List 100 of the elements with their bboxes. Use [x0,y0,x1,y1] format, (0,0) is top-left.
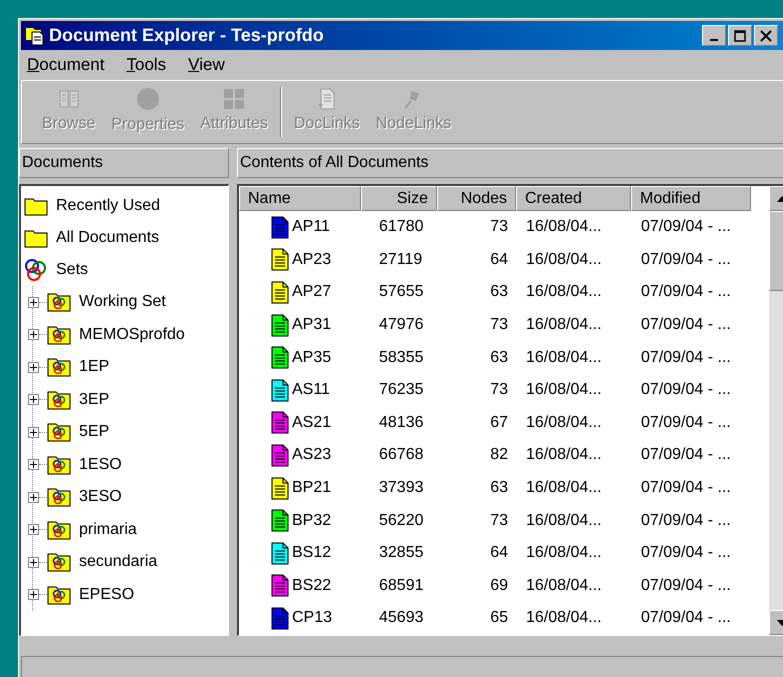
set-folder-icon [47,422,71,442]
table-cell-text: 07/09/04 - ... [640,282,732,302]
table-cell-text: 16/08/04... [525,576,603,596]
column-header[interactable]: Nodes [437,186,516,211]
expand-toggle[interactable] [28,296,39,308]
table-cell-text: 73 [489,510,509,531]
table-cell-text: 64 [489,543,509,564]
table-cell-text: 66768 [378,445,424,466]
set-folder-icon [47,487,71,508]
table-cell-text: 76235 [378,380,424,400]
table-cell-text: 16/08/04... [525,250,603,270]
table-cell-text: 16/08/04... [525,282,603,302]
plus-icon [30,428,37,436]
tree-item[interactable]: Working Set [79,290,166,314]
table-cell-text: 73 [489,315,509,336]
table-cell-text: 16/08/04... [525,510,603,531]
app-icon [25,26,45,46]
table-cell-text: AP11 [292,217,330,238]
table-cell-text: 45693 [378,608,424,628]
grid-icon [223,88,246,110]
table-cell-text: 69 [489,576,509,596]
table-cell-text: 16/08/04... [525,380,603,400]
window-title: Document Explorer - Tes-profdo [49,24,325,47]
set-folder-icon [47,552,71,572]
table-cell-text: 16/08/04... [525,217,603,238]
table-cell-text: 73 [489,217,509,238]
tree-item[interactable]: 5EP [79,420,110,444]
tree-item[interactable]: MEMOSprofdo [79,322,185,347]
rings-icon [24,258,48,282]
table-cell-text: 67 [489,412,509,433]
table-cell-text: CP13 [292,608,332,628]
maximize-button[interactable] [728,25,752,46]
column-header[interactable]: Size [361,186,437,211]
table-cell-text: 07/09/04 - ... [640,412,732,433]
table-cell-text: BS22 [292,576,332,596]
table-cell-text: AP23 [292,250,332,270]
table-cell-text: 68591 [378,576,424,596]
set-folder-icon [47,357,71,378]
table-cell-text: 65 [489,608,509,628]
plus-icon [30,364,37,371]
expand-toggle[interactable] [28,329,39,340]
column-header[interactable]: Created [516,186,631,211]
expand-toggle[interactable] [28,459,39,470]
set-folder-icon [47,584,71,605]
table-cell-text: 57655 [378,282,424,302]
column-header[interactable]: Name [239,186,361,211]
book-icon [58,88,80,110]
tree-item[interactable]: Recently Used [56,194,160,218]
tree-item[interactable]: 3EP [79,388,110,412]
table-cell-text: 82 [489,445,509,466]
table-cell-text: 64 [489,250,509,270]
expand-toggle[interactable] [28,589,39,600]
minimize-button[interactable] [702,25,726,46]
close-button[interactable] [754,25,778,46]
tree-item[interactable]: All Documents [56,226,160,250]
close-icon [760,30,772,42]
menu-item[interactable]: View [188,52,225,78]
menu-item[interactable]: Tools [126,52,166,78]
table-cell-text: 16/08/04... [525,445,603,466]
expand-toggle[interactable] [28,556,39,568]
table-cell-text: 61780 [378,217,424,238]
tree-item[interactable]: primaria [79,518,137,542]
tree-item[interactable]: Sets [56,258,88,282]
table-cell-text: 07/09/04 - ... [640,608,732,628]
tree-item[interactable]: 3ESO [79,485,122,510]
table-cell-text: 16/08/04... [525,412,603,433]
table-cell-text: 37393 [378,478,424,498]
table-cell-text: 07/09/04 - ... [640,576,732,596]
table-cell-text: 07/09/04 - ... [640,250,732,270]
folder-icon [24,196,48,216]
table-cell-text: 47976 [378,315,424,336]
table-cell-text: 07/09/04 - ... [640,348,732,368]
table-cell-text: 07/09/04 - ... [640,380,732,400]
menu-item[interactable]: Document [27,52,104,78]
panel-header: Documents [19,148,229,178]
tree-item[interactable]: 1ESO [79,452,122,477]
folder-icon [24,228,48,248]
plus-icon [30,396,37,404]
set-folder-icon [47,520,71,540]
table-cell-text: 07/09/04 - ... [640,445,732,466]
plus-icon [30,331,37,338]
expand-toggle[interactable] [28,362,39,373]
table-cell-text: 07/09/04 - ... [640,543,732,564]
expand-toggle[interactable] [28,524,39,536]
expand-toggle[interactable] [28,394,39,406]
table-cell-text: 48136 [378,412,424,433]
plus-icon [30,526,37,534]
tree-item[interactable]: secundaria [79,550,158,574]
table-cell-text: 16/08/04... [525,608,603,628]
tree-item[interactable]: 1EP [79,355,110,380]
expand-toggle[interactable] [28,492,39,503]
tree-item[interactable]: EPESO [79,582,134,607]
circle-icon [136,87,160,111]
expand-toggle[interactable] [28,426,39,438]
set-folder-icon [47,454,71,475]
panel-header: Contents of All Documents [237,148,783,178]
table-cell-text: 63 [489,478,509,498]
table-cell-text: 07/09/04 - ... [640,510,732,531]
column-header[interactable]: Modified [631,186,751,211]
plus-icon [30,591,37,598]
